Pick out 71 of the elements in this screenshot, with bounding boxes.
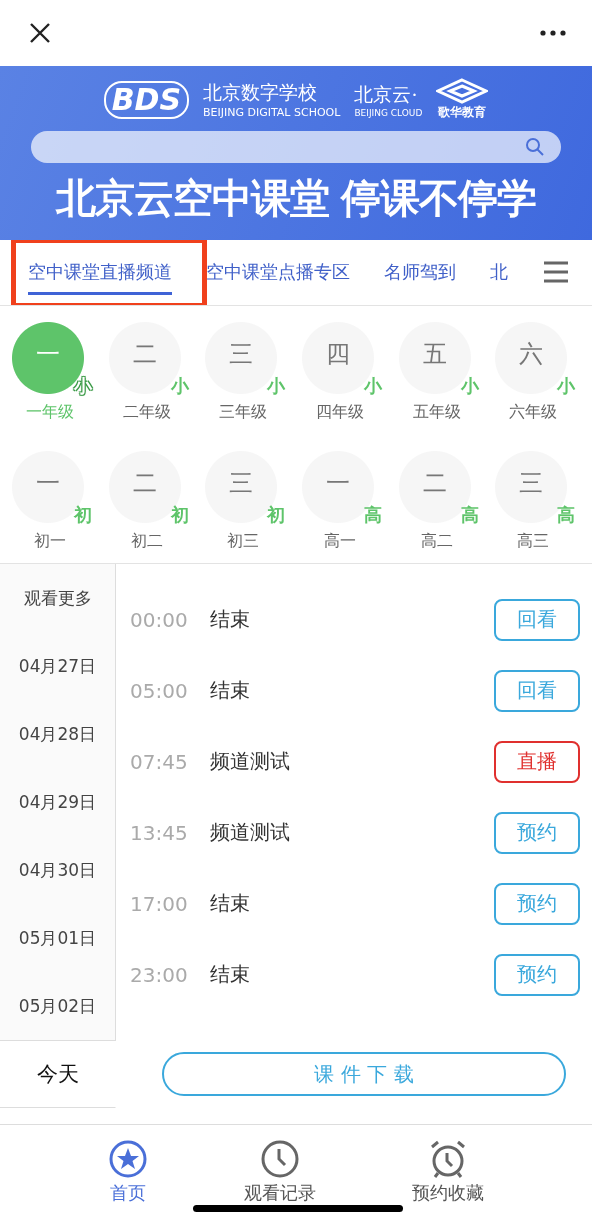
clock-icon [260,1139,300,1179]
stage-label: 初 [267,503,286,527]
nav-item[interactable]: 首页 [108,1139,148,1216]
program-time: 05:00 [130,678,189,703]
grade-label: 一年级 [25,402,75,423]
close-icon[interactable] [28,21,52,45]
action-button[interactable]: 回看 [494,669,580,712]
action-button[interactable]: 回看 [494,598,580,641]
banner-headline: 北京云空中课堂 停课不停学 [55,173,537,223]
stage-label: 小 [460,374,479,398]
channel-tab[interactable]: 空中课堂直播频道 [28,250,172,295]
grade-label: 四年级 [315,402,365,423]
stage-label: 高 [557,503,576,527]
grade-label: 高一 [323,531,357,552]
search-field[interactable] [31,131,561,163]
stage-label: 小 [74,374,92,398]
date-item[interactable]: 04月28日 [0,700,116,768]
school-name: 北京数字学校 [203,80,317,105]
stage-label: 高 [364,503,382,527]
school-name-english: BEIJING DIGITAL SCHOOL [203,106,341,119]
more-icon[interactable] [540,30,566,36]
date-item[interactable]: 05月01日 [0,904,116,972]
action-button[interactable]: 预约 [494,882,580,925]
program-title: 结束 [210,677,251,704]
grade-label: 初三 [226,531,261,552]
nav-item[interactable]: 预约收藏 [412,1139,484,1216]
channel-tab[interactable]: 北 [490,250,508,295]
search-icon[interactable] [525,137,545,157]
date-item[interactable]: 04月29日 [0,768,116,836]
grade-label: 六年级 [508,402,559,423]
date-item[interactable]: 观看更多 [0,564,116,632]
program-time: 07:45 [130,749,189,774]
cloud-name: 北京云· [354,81,418,107]
stage-label: 小 [557,374,576,398]
stage-label: 小 [170,374,189,398]
program-title: 频道测试 [210,748,291,775]
partner-name: 歌华教育 [438,104,487,121]
grade-label: 二年级 [121,402,172,423]
action-button[interactable]: 预约 [494,811,580,854]
stage-label: 小 [267,374,286,398]
program-title: 频道测试 [210,819,291,846]
stage-label: 小 [364,374,382,398]
channel-tab[interactable]: 空中课堂点播专区 [206,250,350,295]
program-title: 结束 [210,606,251,633]
date-item[interactable]: 04月30日 [0,836,116,904]
action-button[interactable]: 预约 [494,953,580,996]
grade-label: 三年级 [218,402,269,423]
stage-label: 初 [74,503,92,527]
logo-mark: BDS [103,80,189,119]
program-time: 00:00 [130,607,189,632]
program-title: 结束 [210,961,251,988]
grade-label: 初一 [33,531,67,552]
download-button[interactable]: 课 件 下 载 [162,1052,566,1096]
date-item[interactable]: 04月27日 [0,632,116,700]
program-time: 23:00 [130,962,189,987]
stage-label: 初 [170,503,189,527]
grade-label: 高三 [516,531,551,552]
knot-logo-icon [436,78,489,104]
action-button[interactable]: 直播 [494,740,580,783]
date-item[interactable]: 05月02日 [0,972,116,1041]
channel-tab[interactable]: 名师驾到 [384,250,456,295]
cloud-name-english: BEIJING CLOUD [354,107,423,118]
program-title: 结束 [210,890,251,917]
grade-label: 五年级 [411,402,462,423]
grade-label: 初二 [129,531,164,552]
program-time: 17:00 [130,891,189,916]
stage-label: 高 [460,503,479,527]
alarm-clock-icon [428,1139,468,1179]
grade-label: 高二 [419,531,454,552]
nav-item[interactable]: 观看记录 [244,1139,316,1216]
program-time: 13:45 [130,820,189,845]
